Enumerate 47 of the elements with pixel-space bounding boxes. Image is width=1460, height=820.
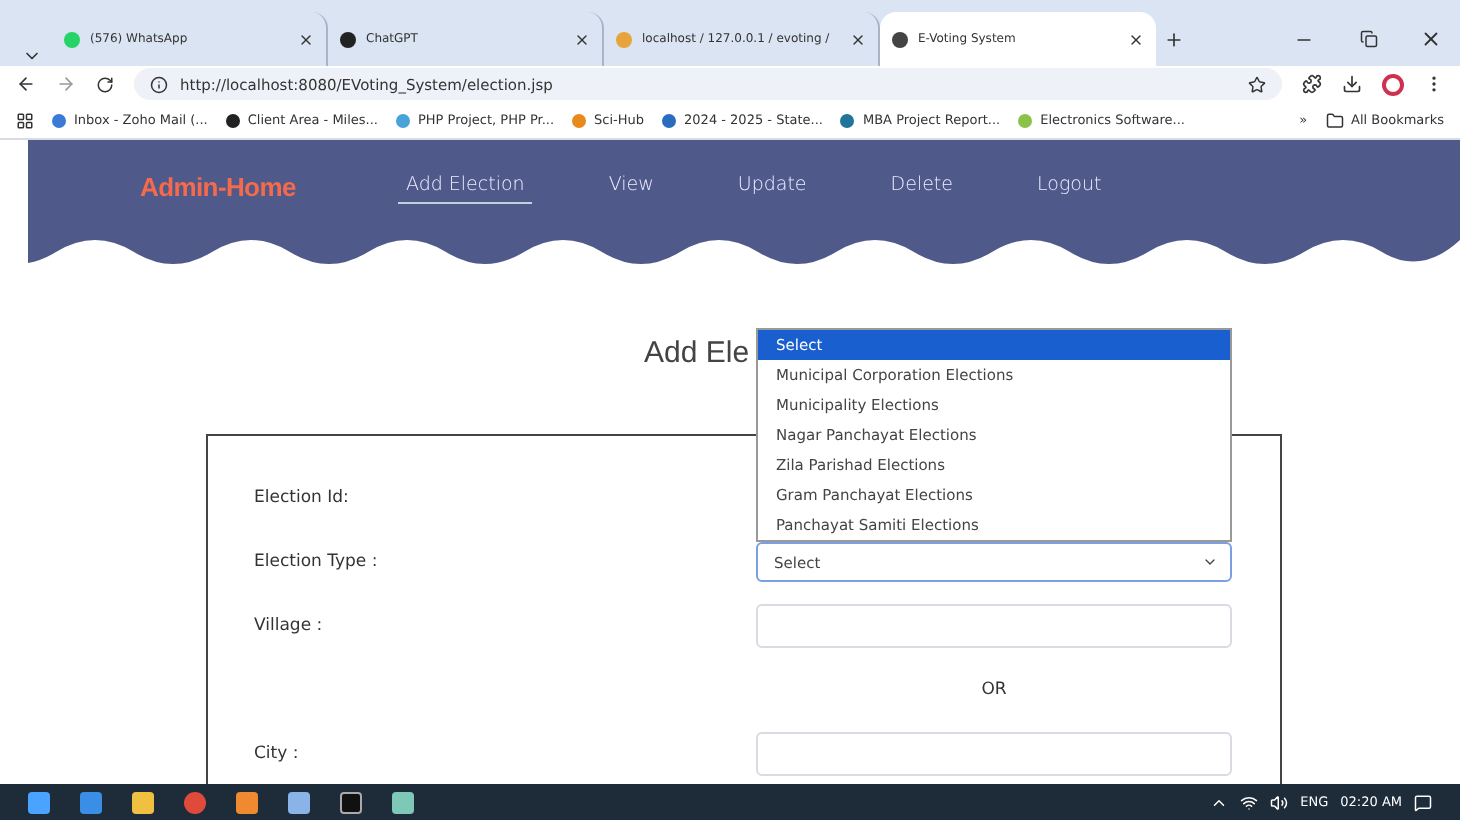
close-tab-button[interactable] (574, 31, 590, 47)
field-label: City : (254, 744, 301, 764)
restore-icon (1359, 30, 1377, 48)
reload-button[interactable] (96, 75, 114, 93)
field-label: Election Id: (254, 488, 351, 508)
nav-link[interactable]: Add Election (398, 168, 533, 204)
app-icon[interactable] (80, 791, 102, 813)
close-icon (850, 31, 866, 47)
nav-link[interactable]: Logout (1029, 168, 1110, 204)
download-icon (1342, 74, 1362, 94)
input-field[interactable] (756, 604, 1232, 648)
close-tab-button[interactable] (298, 31, 314, 47)
back-arrow-icon (16, 74, 36, 94)
puzzle-icon (1302, 74, 1322, 94)
page-title: Add Ele (644, 336, 750, 374)
field-label: Village : (254, 616, 325, 636)
chevron-icon (1202, 554, 1218, 570)
close-tab-button[interactable] (850, 31, 866, 47)
close-icon (574, 31, 590, 47)
forward-arrow-icon (56, 74, 76, 94)
or-text: OR (981, 680, 1007, 700)
profile-button[interactable] (1382, 73, 1404, 95)
plus-icon (1164, 29, 1184, 49)
close-icon (1419, 28, 1441, 50)
brand-title: Admin-Home (140, 171, 298, 201)
volume-icon (1270, 793, 1289, 811)
nav-link[interactable]: Delete (882, 168, 961, 204)
field-label: Election Type : (254, 552, 380, 572)
reload-icon (96, 75, 114, 93)
info-icon (150, 75, 168, 93)
star-icon (1248, 75, 1266, 93)
extensions-button[interactable] (1302, 74, 1322, 94)
download-button[interactable] (1342, 74, 1362, 94)
apps-grid-icon (16, 111, 34, 129)
nav-link[interactable]: Update (729, 168, 815, 204)
app-icon[interactable] (392, 791, 414, 813)
notification-icon (1414, 793, 1432, 811)
close-icon (1128, 31, 1144, 47)
close-icon (298, 31, 314, 47)
back-button[interactable] (16, 74, 36, 94)
forward-button[interactable] (56, 74, 76, 94)
apps-button[interactable] (16, 111, 34, 129)
app-icon[interactable] (236, 791, 258, 813)
input-field[interactable] (756, 732, 1232, 776)
nav-link[interactable]: View (600, 168, 662, 204)
wifi-icon (1240, 793, 1259, 811)
close-tab-button[interactable] (1128, 31, 1144, 47)
